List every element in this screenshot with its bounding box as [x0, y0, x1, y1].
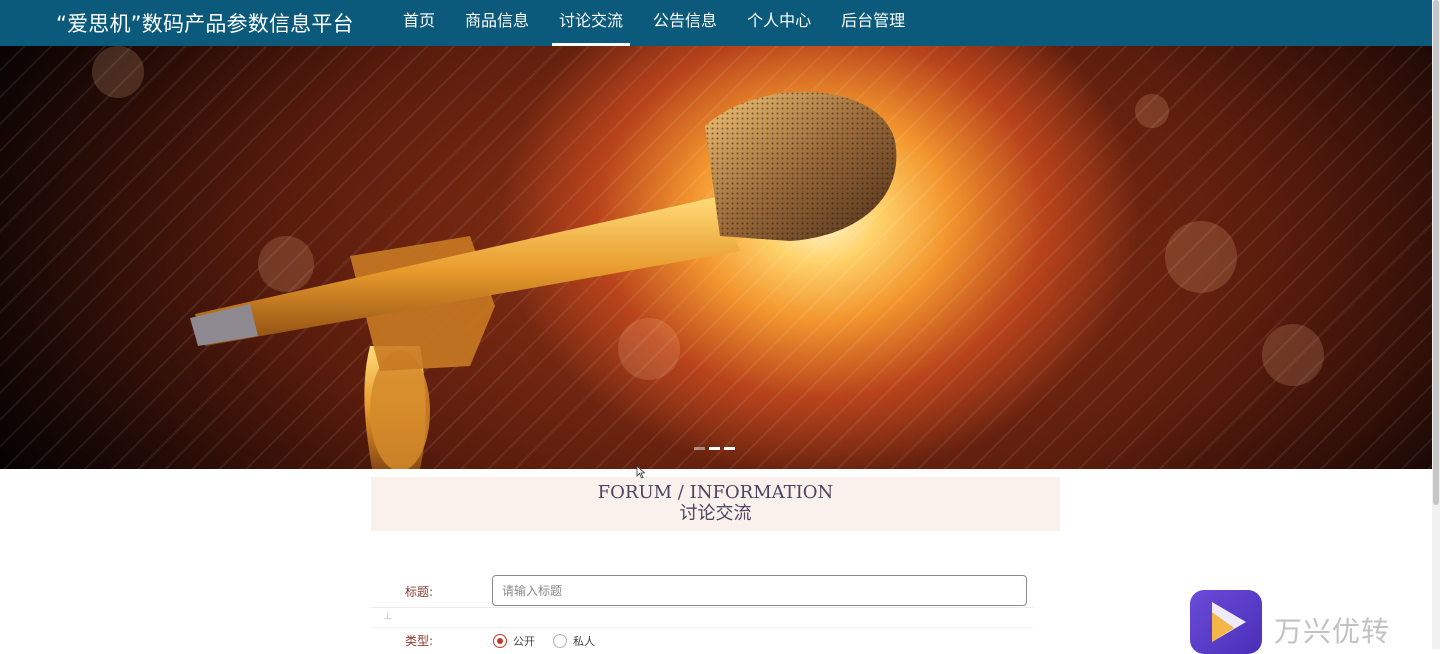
nav-item-forum[interactable]: 讨论交流: [544, 0, 638, 46]
watermark-text: 万兴优转: [1274, 615, 1391, 648]
main-nav: 首页 商品信息 讨论交流 公告信息 个人中心 后台管理: [388, 0, 920, 46]
carousel-dot[interactable]: [724, 447, 735, 450]
mouse-cursor-icon: [636, 465, 646, 479]
type-label: 类型:: [405, 634, 434, 648]
section-heading: FORUM / INFORMATION 讨论交流: [371, 477, 1060, 531]
type-radio-group: 公开 私人: [493, 633, 613, 649]
radio-private[interactable]: 私人: [553, 633, 595, 649]
site-title[interactable]: “爱思机”数码产品参数信息平台: [56, 8, 354, 38]
carousel-dot[interactable]: [694, 447, 705, 450]
microphone-illustration: [190, 91, 897, 469]
banner-carousel[interactable]: [0, 46, 1432, 469]
nav-item-announcements[interactable]: 公告信息: [638, 0, 732, 46]
nav-item-admin[interactable]: 后台管理: [826, 0, 920, 46]
radio-private-circle[interactable]: [553, 634, 567, 648]
nav-item-home[interactable]: 首页: [388, 0, 450, 46]
radio-public-label: 公开: [513, 635, 535, 648]
nav-item-products[interactable]: 商品信息: [450, 0, 544, 46]
section-title-en: FORUM / INFORMATION: [597, 482, 834, 503]
title-label: 标题:: [405, 585, 434, 599]
carousel-indicators: [694, 447, 735, 450]
faint-row-marker: ⊥: [383, 611, 392, 622]
section-title-cn: 讨论交流: [679, 503, 752, 524]
faint-divider-row: [371, 607, 1033, 628]
radio-public[interactable]: 公开: [493, 633, 535, 649]
carousel-dot[interactable]: [709, 447, 720, 450]
page-scrollbar[interactable]: [1432, 0, 1440, 649]
nav-item-personal-center[interactable]: 个人中心: [732, 0, 826, 46]
radio-private-label: 私人: [573, 635, 595, 648]
scrollbar-thumb[interactable]: [1433, 0, 1439, 505]
watermark-logo-icon: [1190, 590, 1262, 654]
top-navbar: “爱思机”数码产品参数信息平台 首页 商品信息 讨论交流 公告信息 个人中心 后…: [0, 0, 1432, 46]
radio-public-circle[interactable]: [493, 634, 507, 648]
title-input[interactable]: [492, 575, 1027, 606]
